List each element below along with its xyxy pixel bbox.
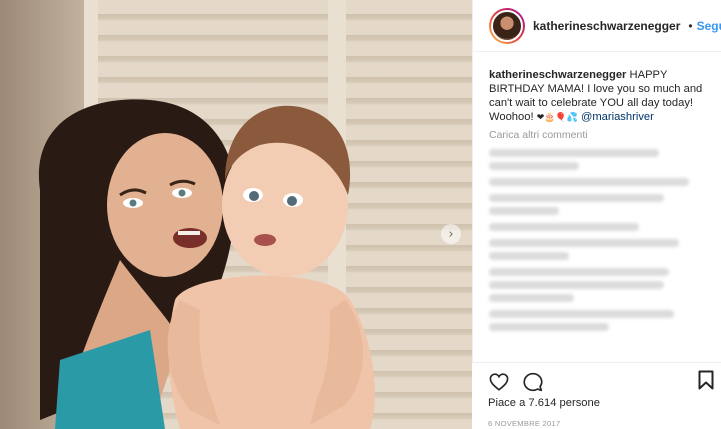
load-more-comments-button[interactable]: Carica altri commenti [489, 129, 721, 141]
blurred-comment [489, 149, 721, 170]
blurred-comment [489, 223, 721, 231]
post-header: katherineschwarzenegger • Segui [473, 0, 721, 52]
chevron-right-icon: › [448, 226, 454, 242]
comment-icon [523, 372, 543, 392]
caption-mention[interactable]: @mariashriver [581, 111, 654, 123]
post-actions: Piace a 7.614 persone 6 NOVEMBRE 2017 [472, 362, 721, 429]
bookmark-icon [698, 370, 714, 390]
blurred-comment [489, 239, 721, 260]
blurred-comment [489, 310, 721, 331]
blurred-comment [489, 178, 721, 186]
follow-button[interactable]: Segui [697, 19, 721, 33]
caption-emojis: ❤🎂🎈💦 [536, 112, 578, 122]
carousel-next-button[interactable]: › [441, 224, 461, 244]
likes-count[interactable]: Piace a 7.614 persone [472, 397, 721, 409]
caption-author[interactable]: katherineschwarzenegger [489, 69, 626, 81]
comments-section: katherineschwarzenegger HAPPY BIRTHDAY M… [473, 52, 721, 365]
post-date[interactable]: 6 NOVEMBRE 2017 [472, 419, 721, 428]
comment-button[interactable] [522, 371, 544, 393]
header-separator: • [688, 18, 693, 33]
author-username[interactable]: katherineschwarzenegger [533, 19, 680, 33]
heart-icon [489, 373, 509, 391]
like-button[interactable] [488, 371, 510, 393]
blurred-comment [489, 268, 721, 302]
action-icons-row [472, 363, 721, 395]
avatar[interactable] [489, 7, 525, 44]
photo-people-illustration [38, 99, 375, 429]
post-photo[interactable]: › [0, 0, 472, 429]
post-caption: katherineschwarzenegger HAPPY BIRTHDAY M… [489, 68, 705, 124]
blurred-comments-list [489, 149, 721, 331]
avatar-image [491, 9, 523, 42]
blurred-comment [489, 194, 721, 215]
save-button[interactable] [695, 369, 717, 391]
